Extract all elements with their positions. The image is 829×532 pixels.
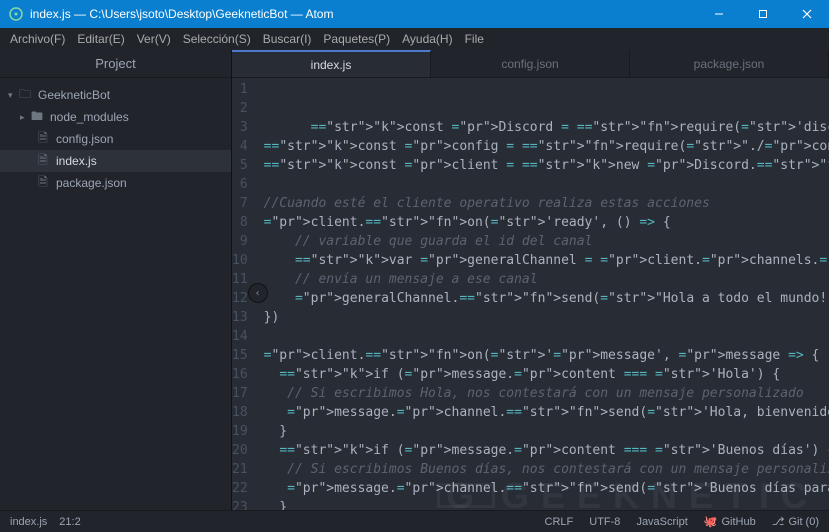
tab-index-js[interactable]: index.js — [232, 50, 431, 77]
menu-seleccion[interactable]: Selección(S) — [177, 30, 257, 48]
tree-item-label: config.json — [56, 132, 113, 146]
tree-file-index[interactable]: 🗎 index.js — [0, 150, 231, 172]
status-github[interactable]: 🐙GitHub — [704, 515, 756, 528]
toggle-tree-button[interactable]: ‹ — [248, 283, 268, 303]
file-tree[interactable]: 🗀 GeekneticBot 🖿 node_modules 🗎 config.j… — [0, 78, 231, 194]
status-cursor-pos[interactable]: 21:2 — [59, 516, 80, 528]
folder-icon: 🖿 — [30, 107, 44, 128]
tab-config-json[interactable]: config.json — [431, 50, 630, 77]
github-icon: 🐙 — [704, 515, 718, 528]
status-bar: index.js 21:2 CRLF UTF-8 JavaScript 🐙Git… — [0, 510, 829, 532]
maximize-button[interactable] — [741, 0, 785, 28]
tab-package-json[interactable]: package.json — [630, 50, 829, 77]
code-area[interactable]: ‹ =="str">"k">const ="pr">Discord = =="s… — [258, 78, 829, 510]
code-editor[interactable]: 1 2 3 4 5 6 7 8 9 10 11 12 13 14 15 16 1… — [232, 78, 829, 510]
file-icon: 🗎 — [36, 129, 50, 150]
project-heading: Project — [0, 50, 231, 78]
file-icon: 🗎 — [36, 173, 50, 194]
title-bar: index.js — C:\Users\jsoto\Desktop\Geekne… — [0, 0, 829, 28]
menu-buscar[interactable]: Buscar(I) — [257, 30, 318, 48]
menu-bar: Archivo(F) Editar(E) Ver(V) Selección(S)… — [0, 28, 829, 50]
tree-file-package[interactable]: 🗎 package.json — [0, 172, 231, 194]
project-sidebar: Project 🗀 GeekneticBot 🖿 node_modules 🗎 … — [0, 50, 232, 510]
menu-ayuda[interactable]: Ayuda(H) — [396, 30, 458, 48]
tree-folder-node-modules[interactable]: 🖿 node_modules — [0, 106, 231, 128]
folder-icon: 🗀 — [18, 85, 32, 106]
tree-item-label: index.js — [56, 154, 97, 168]
git-branch-icon: ⎇ — [772, 515, 785, 528]
editor-tab-bar: index.js config.json package.json — [232, 50, 829, 78]
file-icon: 🗎 — [36, 151, 50, 172]
app-icon — [8, 6, 24, 22]
tree-file-config[interactable]: 🗎 config.json — [0, 128, 231, 150]
close-button[interactable] — [785, 0, 829, 28]
status-file[interactable]: index.js — [10, 516, 47, 528]
status-git[interactable]: ⎇Git (0) — [772, 515, 819, 528]
chevron-right-icon — [20, 112, 30, 123]
tree-item-label: node_modules — [50, 110, 129, 124]
window-controls — [697, 0, 829, 28]
tree-root-label: GeekneticBot — [38, 88, 110, 102]
window-title: index.js — C:\Users\jsoto\Desktop\Geekne… — [30, 7, 697, 21]
menu-archivo[interactable]: Archivo(F) — [4, 30, 71, 48]
menu-file[interactable]: File — [459, 30, 490, 48]
status-line-ending[interactable]: CRLF — [545, 516, 574, 528]
menu-paquetes[interactable]: Paquetes(P) — [317, 30, 396, 48]
chevron-down-icon — [8, 90, 18, 101]
tree-item-label: package.json — [56, 176, 127, 190]
minimize-button[interactable] — [697, 0, 741, 28]
status-encoding[interactable]: UTF-8 — [589, 516, 620, 528]
menu-ver[interactable]: Ver(V) — [131, 30, 177, 48]
status-language[interactable]: JavaScript — [636, 516, 687, 528]
tree-root[interactable]: 🗀 GeekneticBot — [0, 84, 231, 106]
menu-editar[interactable]: Editar(E) — [71, 30, 130, 48]
